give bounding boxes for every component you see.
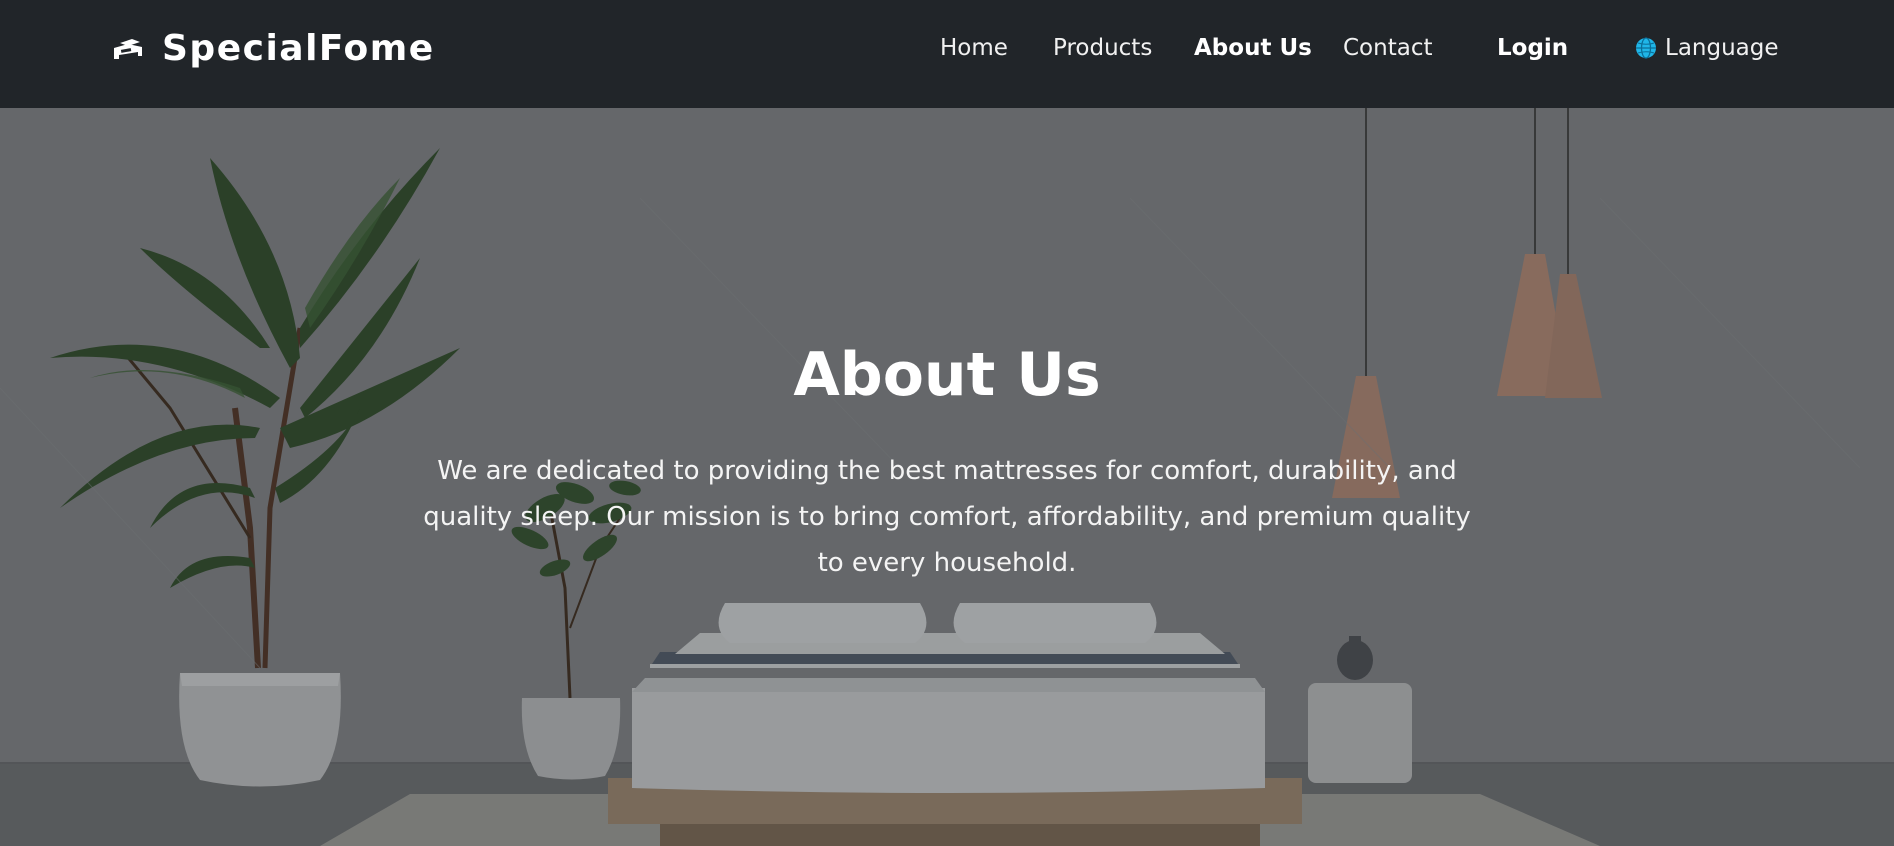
nav-home[interactable]: Home <box>940 31 1008 65</box>
nav-products[interactable]: Products <box>1053 31 1152 65</box>
navbar: SpecialFome Home Products About Us Conta… <box>0 0 1894 108</box>
brand-name: SpecialFome <box>162 27 435 69</box>
language-label: Language <box>1665 35 1779 61</box>
nav-contact[interactable]: Contact <box>1343 31 1432 65</box>
nav-about-us[interactable]: About Us <box>1194 31 1312 65</box>
hero-section: About Us We are dedicated to providing t… <box>0 108 1894 846</box>
about-description: We are dedicated to providing the best m… <box>423 456 1471 578</box>
bed-icon <box>114 39 142 59</box>
language-selector[interactable]: Language <box>1635 31 1779 65</box>
login-button[interactable]: Login <box>1497 31 1568 65</box>
globe-icon <box>1636 37 1656 59</box>
page-title: About Us <box>793 340 1101 410</box>
brand-link[interactable]: SpecialFome <box>112 26 435 70</box>
